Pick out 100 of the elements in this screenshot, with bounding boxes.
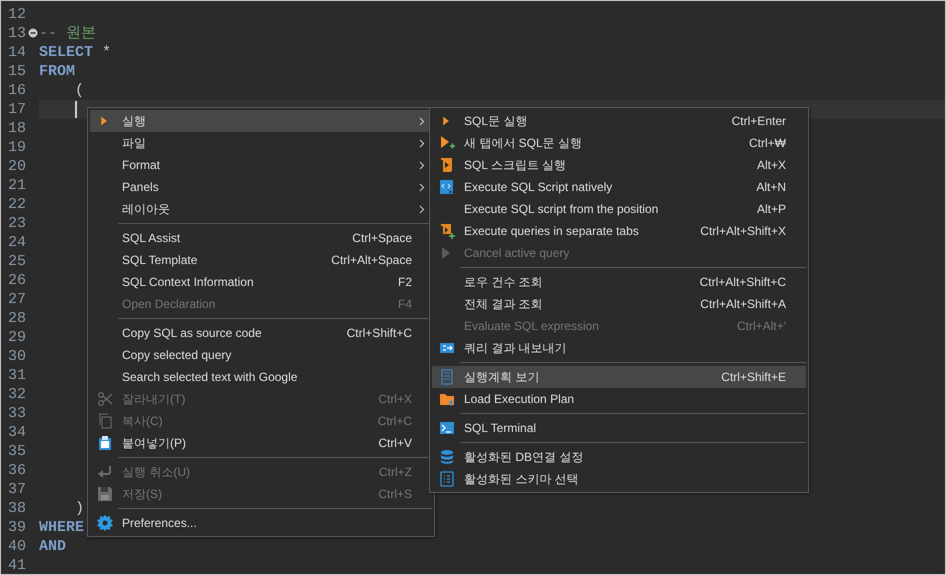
line-number: 30 [8, 347, 26, 366]
menu-item[interactable]: 실행계획 보기 Ctrl+Shift+E [432, 366, 806, 388]
menu-item[interactable]: SQL문 실행 Ctrl+Enter [432, 110, 806, 132]
menu-item[interactable]: Search selected text with Google [90, 366, 432, 388]
menu-item[interactable]: 파일 [90, 132, 432, 154]
line-number: 35 [8, 442, 26, 461]
code-file-icon [439, 179, 455, 195]
line-number: 41 [8, 556, 26, 575]
menu-item[interactable]: Preferences... [90, 512, 432, 534]
line-number: 32 [8, 385, 26, 404]
shortcut-text: Ctrl+X [378, 392, 412, 406]
menu-item[interactable]: SQL Template Ctrl+Alt+Space [90, 249, 432, 271]
sql-keyword: WHERE [39, 518, 84, 537]
terminal-icon [439, 420, 455, 436]
play-plus-icon [439, 135, 455, 151]
shortcut-text: Ctrl+Shift+E [721, 370, 786, 384]
line-number: 33 [8, 404, 26, 423]
line-number: 40 [8, 537, 26, 556]
menu-item[interactable]: 활성화된 스키마 선택 [432, 468, 806, 490]
script-plus-icon [439, 223, 455, 239]
line-number: 12 [8, 5, 26, 24]
shortcut-text: Ctrl+Alt+Shift+C [700, 275, 786, 289]
menu-item[interactable]: Panels [90, 176, 432, 198]
text-cursor [75, 101, 77, 118]
shortcut-text: Ctrl+Z [379, 465, 412, 479]
script-play-icon [439, 157, 455, 173]
undo-icon [97, 464, 113, 480]
menu-item[interactable]: SQL Context Information F2 [90, 271, 432, 293]
folder-icon [439, 391, 455, 407]
line-number: 26 [8, 271, 26, 290]
menu-item[interactable]: SQL Assist Ctrl+Space [90, 227, 432, 249]
menu-item[interactable]: Copy SQL as source code Ctrl+Shift+C [90, 322, 432, 344]
line-number: 14 [8, 43, 26, 62]
line-number: 36 [8, 461, 26, 480]
shortcut-text: Ctrl+Enter [732, 114, 786, 128]
line-number: 38 [8, 499, 26, 518]
table-export-icon [439, 340, 455, 356]
line-number: 15 [8, 62, 26, 81]
sql-keyword: FROM [39, 62, 76, 81]
code-text: ( [74, 81, 84, 100]
fold-icon[interactable] [28, 28, 38, 38]
menu-item[interactable]: Execute queries in separate tabs Ctrl+Alt+Shift+X [432, 220, 806, 242]
line-number: 18 [8, 119, 26, 138]
line-number: 37 [8, 480, 26, 499]
shortcut-text: Ctrl+₩ [749, 136, 786, 150]
menu-item[interactable]: 새 탭에서 SQL문 실행 Ctrl+₩ [432, 132, 806, 154]
shortcut-text: Ctrl+Alt+Shift+A [700, 297, 786, 311]
shortcut-text: Ctrl+Alt+Shift+X [700, 224, 786, 238]
line-number: 19 [8, 138, 26, 157]
line-number: 21 [8, 176, 26, 195]
shortcut-text: F2 [398, 275, 412, 289]
menu-item[interactable]: Copy selected query [90, 344, 432, 366]
shortcut-text: Ctrl+C [378, 414, 412, 428]
line-number: 39 [8, 518, 26, 537]
clipboard-icon [97, 435, 113, 451]
shortcut-text: Ctrl+Alt+Space [331, 253, 412, 267]
shortcut-text: Ctrl+S [378, 487, 412, 501]
code-text: ) [74, 499, 84, 518]
menu-item[interactable]: 붙여넣기(P) Ctrl+V [90, 432, 432, 454]
line-number: 31 [8, 366, 26, 385]
code-comment: -- 원본 [39, 24, 96, 43]
line-number: 23 [8, 214, 26, 233]
menu-item[interactable]: SQL 스크립트 실행 Alt+X [432, 154, 806, 176]
shortcut-text: Alt+X [756, 158, 786, 172]
line-number: 20 [8, 157, 26, 176]
menu-item[interactable]: 실행 [90, 110, 432, 132]
line-number: 16 [8, 81, 26, 100]
sql-keyword: SELECT [39, 43, 94, 62]
line-number: 17 [8, 100, 26, 119]
menu-item[interactable]: 쿼리 결과 내보내기 [432, 337, 806, 359]
menu-item[interactable]: Format [90, 154, 432, 176]
shortcut-text: Ctrl+V [378, 436, 412, 450]
database-icon [439, 449, 455, 465]
menu-item[interactable]: SQL Terminal [432, 417, 806, 439]
shortcut-text: Ctrl+Alt+' [737, 319, 786, 333]
menu-item[interactable]: Load Execution Plan [432, 388, 806, 410]
shortcut-text: Ctrl+Shift+C [346, 326, 412, 340]
copy-icon [97, 413, 113, 429]
menu-item[interactable]: 전체 결과 조회 Ctrl+Alt+Shift+A [432, 293, 806, 315]
line-number: 13 [8, 24, 26, 43]
menu-item[interactable]: 활성화된 DB연결 설정 [432, 446, 806, 468]
shortcut-text: F4 [398, 297, 412, 311]
menu-item[interactable]: 레이아웃 [90, 198, 432, 220]
line-number: 28 [8, 309, 26, 328]
line-number: 22 [8, 195, 26, 214]
line-number: 29 [8, 328, 26, 347]
shortcut-text: Alt+P [756, 202, 786, 216]
line-number: 27 [8, 290, 26, 309]
list-document-icon [439, 471, 455, 487]
menu-item[interactable]: Execute SQL script from the position Alt+P [432, 198, 806, 220]
line-number: 34 [8, 423, 26, 442]
line-number: 25 [8, 252, 26, 271]
scissors-icon [97, 391, 113, 407]
code-text: * [101, 43, 112, 62]
shortcut-text: Ctrl+Space [352, 231, 412, 245]
shortcut-text: Alt+N [756, 180, 786, 194]
settings-icon [97, 515, 113, 531]
menu-item[interactable]: Execute SQL Script natively Alt+N [432, 176, 806, 198]
menu-item[interactable]: 로우 건수 조회 Ctrl+Alt+Shift+C [432, 271, 806, 293]
document-icon [439, 369, 455, 385]
